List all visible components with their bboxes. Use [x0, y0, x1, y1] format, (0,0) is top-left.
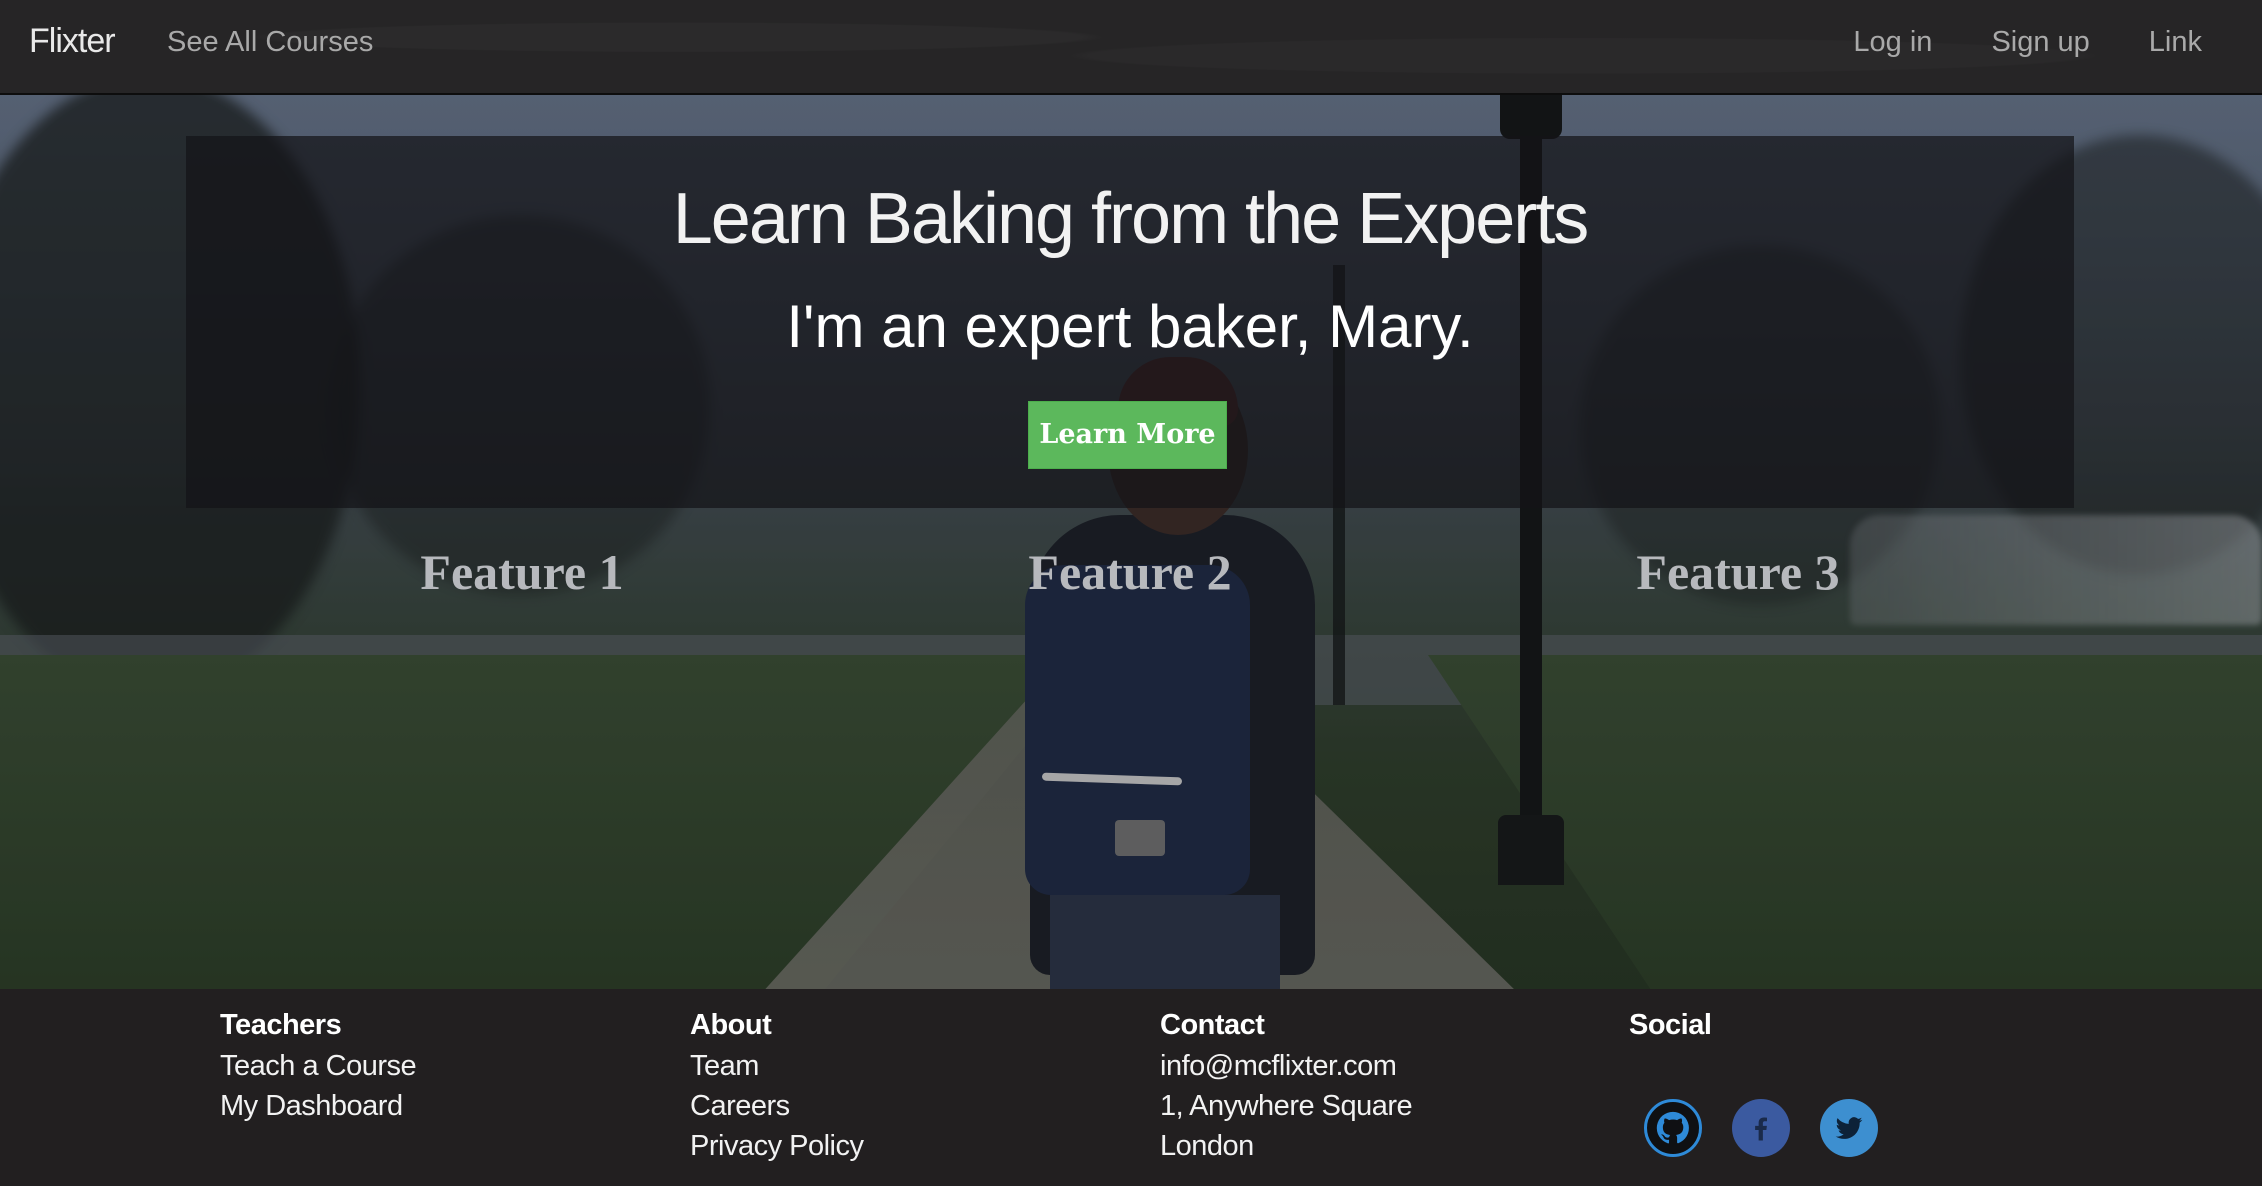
hero-subtitle: I'm an expert baker, Mary.: [786, 293, 1474, 360]
footer-teachers-column: Teachers Teach a Course My Dashboard: [220, 1009, 417, 1126]
hero-title: Learn Baking from the Experts: [672, 179, 1590, 259]
footer-contact-email[interactable]: info@mcflixter.com: [1160, 1046, 1412, 1086]
footer-link-team[interactable]: Team: [690, 1046, 864, 1086]
footer: Teachers Teach a Course My Dashboard Abo…: [0, 989, 2262, 1186]
feature-1-heading: Feature 1: [420, 544, 624, 600]
facebook-icon[interactable]: [1732, 1099, 1790, 1157]
footer-link-teach-a-course[interactable]: Teach a Course: [220, 1046, 417, 1086]
twitter-icon[interactable]: [1820, 1099, 1878, 1157]
jumbotron: Learn Baking from the Experts I'm an exp…: [186, 136, 2074, 508]
learn-more-button[interactable]: Learn More: [1028, 401, 1227, 469]
nav-link-log-in[interactable]: Log in: [1853, 26, 1932, 59]
social-icons: [1644, 1099, 1878, 1157]
footer-about-column: About Team Careers Privacy Policy: [690, 1009, 864, 1166]
navbar: Flixter See All Courses Log in Sign up L…: [0, 0, 2262, 95]
footer-contact-column: Contact info@mcflixter.com 1, Anywhere S…: [1160, 1009, 1413, 1166]
feature-3-heading: Feature 3: [1636, 544, 1840, 600]
footer-social-column: Social: [1629, 1009, 1712, 1046]
footer-teachers-heading: Teachers: [220, 1009, 342, 1041]
footer-contact-address-line-1: 1, Anywhere Square: [1160, 1090, 1413, 1122]
nav-right-links: Log in Sign up Link: [1853, 26, 2202, 59]
hero-section: Learn Baking from the Experts I'm an exp…: [0, 95, 2262, 989]
feature-2-heading: Feature 2: [1028, 544, 1232, 600]
footer-link-my-dashboard[interactable]: My Dashboard: [220, 1086, 416, 1126]
footer-link-careers[interactable]: Careers: [690, 1086, 864, 1126]
footer-about-heading: About: [690, 1009, 772, 1041]
nav-link-see-all-courses[interactable]: See All Courses: [167, 26, 373, 59]
footer-contact-address-line-2: London: [1160, 1130, 1254, 1162]
nav-link-link[interactable]: Link: [2149, 26, 2202, 59]
footer-social-heading: Social: [1629, 1009, 1712, 1041]
nav-link-sign-up[interactable]: Sign up: [1991, 26, 2089, 59]
footer-contact-heading: Contact: [1160, 1009, 1265, 1041]
page: Flixter See All Courses Log in Sign up L…: [0, 0, 2262, 1186]
brand-logo[interactable]: Flixter: [29, 22, 116, 61]
footer-link-privacy-policy[interactable]: Privacy Policy: [690, 1126, 864, 1166]
github-icon[interactable]: [1644, 1099, 1702, 1157]
